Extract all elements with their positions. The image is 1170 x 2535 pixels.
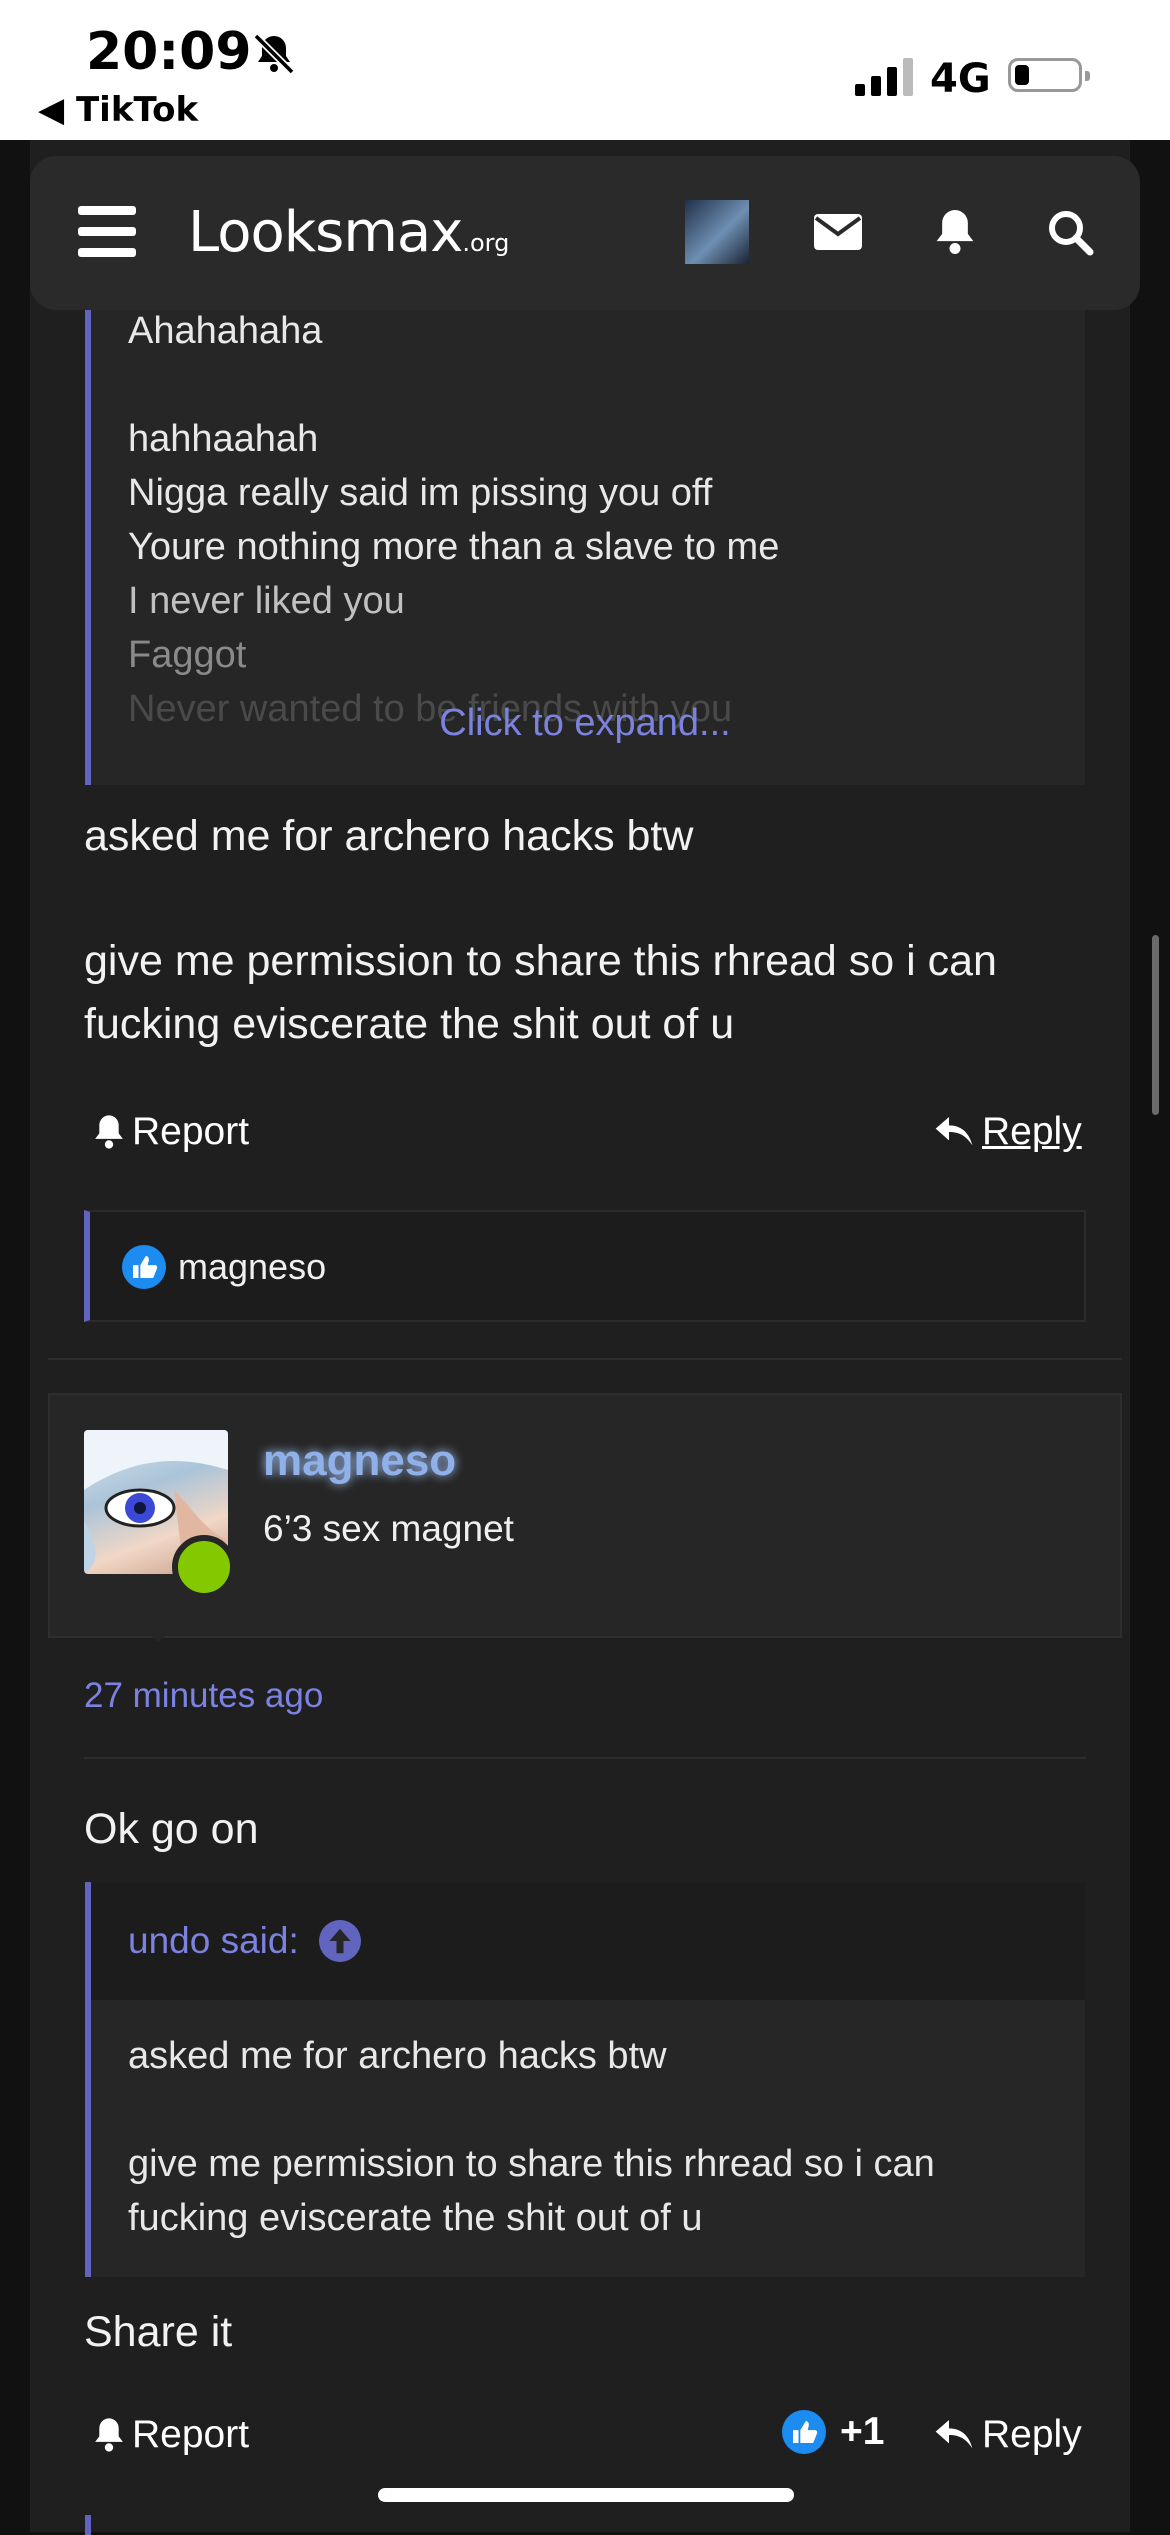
divider: [48, 1358, 1122, 1360]
reply-button[interactable]: Reply: [934, 2413, 1082, 2457]
back-to-app-link[interactable]: ◀ TikTok: [38, 90, 198, 130]
quote-line: Faggot: [128, 634, 247, 676]
report-label: Report: [132, 1110, 250, 1153]
network-type: 4G: [930, 56, 991, 102]
site-logo[interactable]: Looksmax.org: [188, 200, 509, 265]
signal-icon: [855, 58, 919, 103]
bell-icon: [95, 1115, 123, 1149]
quote-line: Nigga really said im pissing you off: [128, 472, 713, 514]
post-timestamp[interactable]: 27 minutes ago: [84, 1676, 323, 1716]
reaction-user[interactable]: magneso: [178, 1246, 326, 1288]
post-body-line: Share it: [84, 2308, 233, 2356]
next-post-edge: [85, 2515, 91, 2535]
quote-attribution-label: undo said:: [128, 1920, 299, 1961]
post-body-line: asked me for archero hacks btw: [84, 812, 694, 860]
quote-line: fucking eviscerate the shit out of u: [128, 2197, 703, 2239]
arrow-up-circle-icon[interactable]: [318, 1920, 361, 1962]
reply-label: Reply: [982, 2413, 1082, 2456]
quote-line: Ahahahaha: [128, 310, 323, 352]
reaction-summary[interactable]: +1: [782, 2410, 884, 2454]
reply-button[interactable]: Reply: [934, 1110, 1082, 1154]
reply-icon: [935, 2420, 973, 2449]
user-title: 6’3 sex magnet: [263, 1508, 514, 1549]
quote-line: asked me for archero hacks btw: [128, 2035, 667, 2077]
like-icon: [782, 2410, 826, 2454]
username[interactable]: magneso: [263, 1436, 456, 1486]
scrollbar[interactable]: [1152, 935, 1159, 1115]
report-button[interactable]: Report: [92, 2413, 249, 2457]
quote-line: hahhaahah: [128, 418, 319, 460]
home-indicator[interactable]: [378, 2488, 794, 2502]
menu-icon[interactable]: [78, 206, 136, 258]
post-body-line: give me permission to share this rhread …: [84, 937, 997, 985]
nav-user-avatar[interactable]: [685, 200, 749, 264]
quote-line: give me permission to share this rhread …: [128, 2143, 935, 2185]
envelope-icon[interactable]: [810, 204, 866, 260]
like-icon: [122, 1245, 166, 1294]
bell-icon: [95, 2418, 123, 2452]
quote-line: I never liked you: [128, 580, 405, 622]
back-app-label: TikTok: [75, 90, 199, 130]
post-body-line: Ok go on: [84, 1805, 259, 1853]
site-navbar: Looksmax.org: [30, 156, 1140, 310]
bell-muted-icon: [250, 30, 298, 83]
battery-icon: [1008, 58, 1090, 92]
reply-icon: [935, 1117, 973, 1146]
report-label: Report: [132, 2413, 250, 2456]
post-body-line: fucking eviscerate the shit out of u: [84, 1000, 735, 1048]
click-to-expand-link[interactable]: Click to expand...: [0, 702, 1170, 745]
status-bar: 20:09 ◀ TikTok 4G: [0, 0, 1170, 140]
bell-icon[interactable]: [927, 204, 983, 260]
report-button[interactable]: Report: [92, 1110, 249, 1154]
user-header-pointer: [124, 1614, 192, 1642]
quote-line: Youre nothing more than a slave to me: [128, 526, 780, 568]
divider: [84, 1757, 1086, 1759]
online-indicator: [172, 1535, 236, 1599]
search-icon[interactable]: [1042, 204, 1098, 260]
status-time: 20:09: [86, 22, 252, 82]
reaction-count: +1: [840, 2410, 885, 2453]
reply-label: Reply: [982, 1110, 1082, 1153]
quote-attribution[interactable]: undo said:: [128, 1920, 361, 1962]
